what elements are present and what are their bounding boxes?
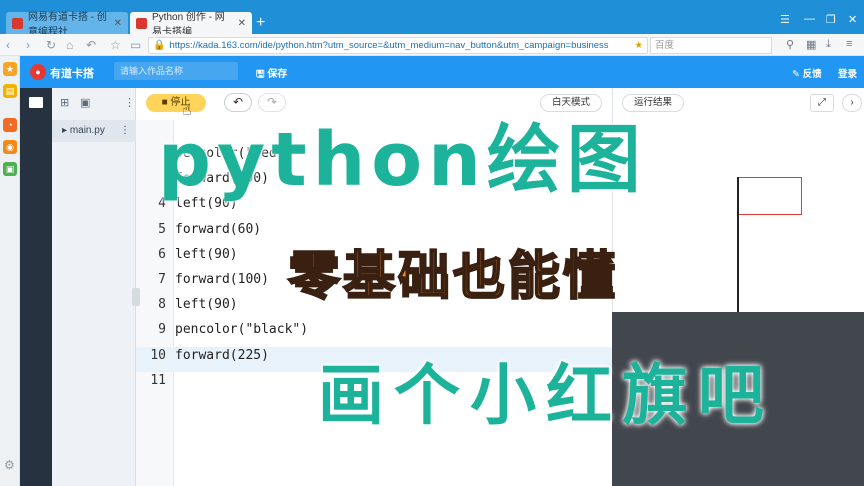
refresh-icon[interactable]: ↻ [46,38,56,52]
file-more-icon[interactable]: ⋮ [120,120,130,142]
python-favicon-icon [136,17,147,29]
save-icon: 🖫 [256,69,268,80]
line-number: 11 [150,373,166,388]
game-icon[interactable]: ▣ [3,162,17,176]
overlay-title: python绘图 [158,117,647,203]
line-number: 9 [158,322,166,337]
file-name: main.py [69,125,105,136]
lock-icon: 🔒 [153,40,166,51]
line-number: 7 [158,272,166,287]
folder-icon[interactable] [29,97,43,108]
expand-arrow-icon: ▸ [62,125,70,136]
back-icon[interactable]: ‹ [6,38,10,52]
undo-close-icon[interactable]: ↶ [86,38,96,52]
feedback-button[interactable]: ✎ 反馈 [792,66,822,80]
work-name-input[interactable]: 请输入作品名称 [114,62,238,80]
turtle-flag-pole [737,177,739,315]
save-label: 保存 [267,69,288,80]
line-number: 5 [158,222,166,237]
tab-kada-home[interactable]: 网易有道卡搭 - 创意编程社 ✕ [6,12,128,38]
new-file-icon[interactable]: ⊞ [60,96,69,109]
tab-python-ide[interactable]: Python 创作 - 网易卡搭编 ✕ [130,12,252,38]
fullscreen-icon[interactable]: ⤢ [810,94,834,112]
profile-icon[interactable]: ⚲ [786,38,794,51]
minimize-icon[interactable]: — [804,13,815,25]
url-bar[interactable]: 🔒 https://kada.163.com/ide/python.htm?ut… [148,37,648,54]
favorites-icon[interactable]: ★ [3,62,17,76]
weibo-icon[interactable]: ◉ [3,140,17,154]
login-button[interactable]: 登录 [838,66,857,80]
app-name: 有道卡搭 [50,68,94,80]
code-line[interactable]: pencolor("black") [175,322,308,337]
turtle-red-flag [738,177,802,215]
notes-icon[interactable]: ▤ [3,84,17,98]
new-tab-button[interactable]: + [256,14,265,32]
line-number: 6 [158,247,166,262]
mouse-pointer-icon: ☝ [182,102,192,119]
reader-icon[interactable]: ★ [634,40,643,51]
close-window-icon[interactable]: ✕ [848,13,857,26]
line-number: 10 [150,348,166,363]
browser-menu-icon[interactable]: ≡ [846,38,852,50]
window-menu-icon[interactable]: ☰ [780,13,790,26]
panel-resize-handle[interactable] [132,288,140,306]
close-tab-icon[interactable]: ✕ [238,18,246,29]
code-line[interactable]: forward(225) [175,348,269,363]
code-line[interactable]: left(90) [175,247,238,262]
save-button[interactable]: 🖫 保存 [256,65,287,84]
close-tab-icon[interactable]: ✕ [114,18,122,29]
app-side-rail [20,88,52,486]
home-icon[interactable]: ⌂ [66,38,73,52]
kada-logo-icon: ● [30,64,46,80]
feedback-label: 反馈 [802,69,822,80]
code-line[interactable]: forward(60) [175,222,261,237]
new-folder-icon[interactable]: ▣ [80,96,90,109]
overlay-tagline: 画个小红旗吧 [318,357,774,434]
rss-icon[interactable]: ◔ [3,118,17,132]
url-text: https://kada.163.com/ide/python.htm?utm_… [169,40,609,51]
file-panel [52,88,136,486]
line-number: 8 [158,297,166,312]
overlay-subtitle: 零基础也能懂 [287,246,619,308]
apps-grid-icon[interactable]: ▦ [806,38,816,51]
more-options-icon[interactable]: ⋮ [124,96,135,109]
restore-icon[interactable]: ❐ [826,13,836,26]
feedback-icon: ✎ [792,69,803,80]
download-icon[interactable]: ⤓ [826,38,831,51]
file-item-main-py[interactable]: ▸ main.py ⋮ [52,120,136,142]
kada-favicon-icon [12,17,23,29]
code-line[interactable]: forward(100) [175,272,269,287]
bookmark-star-icon[interactable]: ☆ [110,38,121,52]
sidebar-toggle-icon[interactable]: ▭ [130,38,141,52]
code-line[interactable]: left(90) [175,297,238,312]
search-input[interactable]: 百度 [650,37,772,54]
forward-icon[interactable]: › [26,38,30,52]
collapse-arrow-icon[interactable]: › [842,94,862,112]
gear-icon[interactable]: ⚙ [4,458,15,472]
